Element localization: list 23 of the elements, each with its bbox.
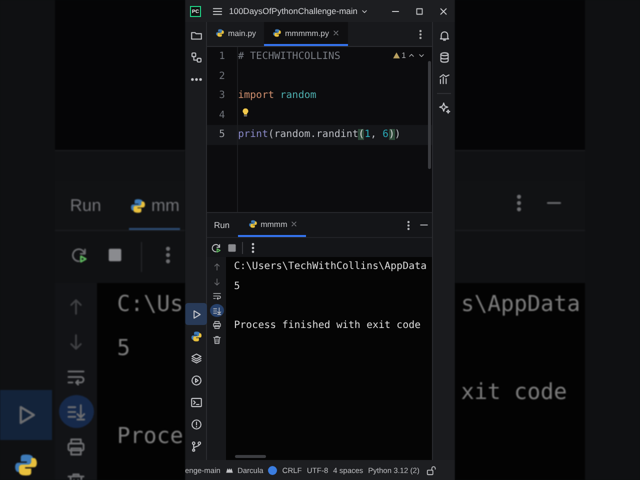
console-line: s\AppData bbox=[461, 291, 582, 319]
panel-title: Run bbox=[213, 219, 231, 232]
code-line: print(random.randint(1, 6)) bbox=[237, 129, 401, 140]
console-line: Process finished with exit code bbox=[234, 318, 422, 332]
code-line: import random bbox=[237, 90, 316, 102]
project-selector[interactable]: 100DaysOfPythonChallenge-main bbox=[229, 6, 369, 16]
line-number: 4 bbox=[218, 110, 226, 121]
editor-tab[interactable]: mmmmm.py bbox=[264, 22, 348, 46]
line-number: 2 bbox=[218, 70, 226, 82]
code-editor[interactable]: 1 # TECHWITHCOLLINS 2 3 import random 4 5 print(random.randint(1, 6)) 1 bbox=[207, 47, 432, 213]
line-number: 3 bbox=[218, 90, 226, 102]
editor-tab[interactable]: main.py bbox=[207, 22, 264, 46]
console-line: C:\Users\TechWithCollins\AppData bbox=[234, 260, 428, 274]
line-number: 5 bbox=[218, 129, 226, 140]
console-line: C:\Us bbox=[117, 291, 184, 319]
console-line: 5 bbox=[117, 335, 132, 363]
panel-title: Run bbox=[69, 196, 102, 216]
console-line: Proce bbox=[117, 423, 184, 451]
console-line: xit code bbox=[461, 379, 568, 407]
code-line: # TECHWITHCOLLINS bbox=[237, 51, 340, 62]
line-number: 1 bbox=[218, 51, 226, 62]
console-line: 5 bbox=[234, 280, 242, 294]
inspection-widget[interactable]: 1 bbox=[392, 51, 426, 60]
